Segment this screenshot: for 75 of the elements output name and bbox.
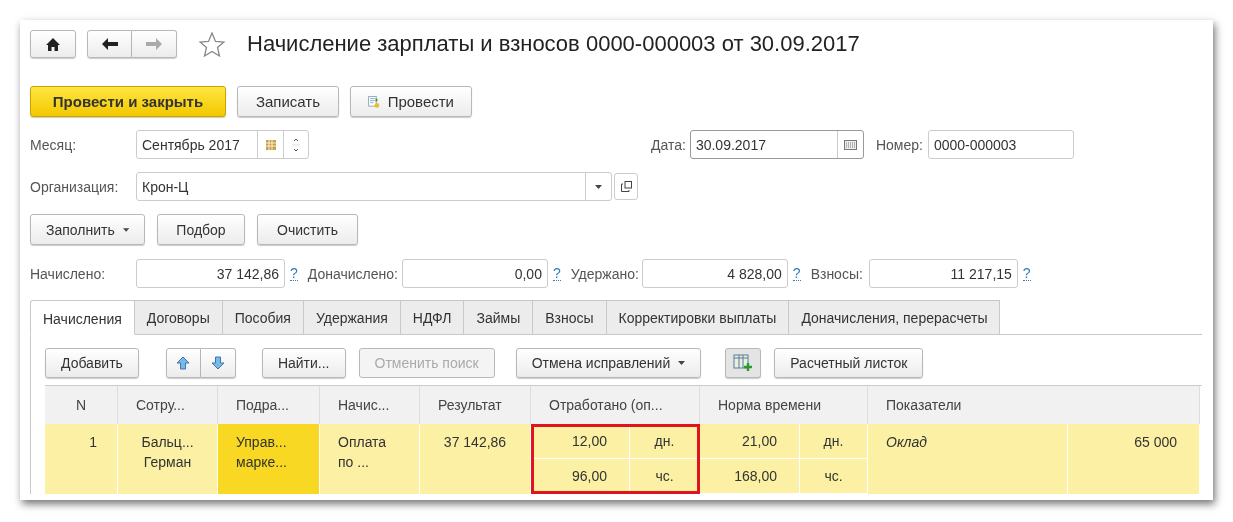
total-field[interactable]: 4 828,00 <box>641 259 788 288</box>
table-cell: 21,00 <box>700 424 800 459</box>
total-label: Взносы: <box>810 265 863 282</box>
column-header[interactable]: Сотру... <box>118 386 218 424</box>
table-cell: 37 142,86 <box>420 424 531 494</box>
column-header[interactable]: Начис... <box>320 386 420 424</box>
open-window-icon <box>620 181 632 192</box>
window-title: Начисление зарплаты и взносов 0000-000003 от 30.09.2017 <box>247 31 860 57</box>
toolbar-button[interactable]: Расчетный листок <box>774 348 924 378</box>
table-cell: 65 000 <box>1068 424 1200 494</box>
date-field[interactable]: 30.09.2017 <box>689 130 864 159</box>
tab[interactable]: Корректировки выплаты <box>606 300 790 335</box>
table-cell: Оплата по ... <box>320 424 420 494</box>
table-cell: Оклад <box>868 424 1068 494</box>
tab[interactable]: Пособия <box>222 300 304 335</box>
toolbar-button[interactable]: Подбор <box>157 214 245 245</box>
total-label: Доначислено: <box>307 265 398 282</box>
home-button[interactable] <box>30 30 76 58</box>
open-button[interactable] <box>614 173 638 200</box>
tab[interactable]: Взносы <box>533 300 607 335</box>
caret-icon <box>122 227 129 232</box>
up-arrow-icon <box>176 356 191 370</box>
table-add-icon <box>733 354 754 372</box>
caret-icon <box>678 361 686 365</box>
total-label: Удержано: <box>570 265 639 282</box>
total-field[interactable]: 11 217,15 <box>868 259 1018 288</box>
table-cell: 12,00 <box>531 424 630 459</box>
number-field[interactable]: 0000-000003 <box>927 130 1074 159</box>
tab[interactable]: НДФЛ <box>400 300 465 335</box>
down-arrow-icon <box>210 356 225 370</box>
home-icon <box>46 37 60 51</box>
table-cell: 1 <box>45 424 118 494</box>
number-label: Номер: <box>875 136 923 153</box>
star-icon[interactable] <box>199 31 225 57</box>
tab[interactable]: Начисления <box>30 300 135 335</box>
total-field[interactable]: 0,00 <box>401 259 548 288</box>
toolbar-button[interactable]: Добавить <box>45 348 139 378</box>
add-column-button[interactable] <box>725 348 762 378</box>
table-cell: Управ... марке... <box>218 424 320 494</box>
column-header[interactable]: Норма времени <box>700 386 868 424</box>
help-link[interactable]: ? <box>1022 266 1031 281</box>
table-cell: 168,00 <box>700 459 800 494</box>
organization-field[interactable]: Крон-Ц <box>136 172 612 201</box>
dropdown-button[interactable]: Отмена исправлений <box>515 348 702 378</box>
back-arrow-icon <box>101 38 118 50</box>
back-button[interactable] <box>87 30 132 58</box>
column-header[interactable]: Результат <box>420 386 531 424</box>
total-field[interactable]: 37 142,86 <box>136 259 285 288</box>
toolbar-button[interactable]: Очистить <box>257 214 358 245</box>
table-cell: 96,00 <box>531 459 630 494</box>
month-label: Месяц: <box>30 136 78 153</box>
move-down-button[interactable] <box>200 348 236 378</box>
date-label: Дата: <box>651 136 686 153</box>
tab[interactable]: Удержания <box>303 300 401 335</box>
help-link[interactable]: ? <box>552 266 561 281</box>
tab[interactable]: Доначисления, перерасчеты <box>789 300 1001 335</box>
help-link[interactable]: ? <box>792 266 801 281</box>
toolbar-button[interactable]: Заполнить <box>30 214 145 245</box>
column-header[interactable]: N <box>45 386 118 424</box>
move-up-button[interactable] <box>165 348 201 378</box>
command-button[interactable]: Записать <box>237 86 339 117</box>
command-button[interactable]: Провести <box>350 86 472 117</box>
organization-label: Организация: <box>30 178 120 195</box>
tab[interactable]: Займы <box>464 300 534 335</box>
column-header[interactable]: Подра... <box>218 386 320 424</box>
forward-arrow-icon <box>146 38 162 50</box>
table-cell: Бальц... Герман <box>118 424 218 494</box>
tab[interactable]: Договоры <box>134 300 223 335</box>
toolbar-button[interactable]: Найти... <box>261 348 346 378</box>
command-button[interactable]: Провести и закрыть <box>30 86 226 117</box>
total-label: Начислено: <box>30 265 107 282</box>
help-link[interactable]: ? <box>290 266 298 281</box>
column-header[interactable]: Показатели <box>868 386 1200 424</box>
month-field[interactable]: Сентябрь 2017 <box>136 130 309 159</box>
column-header[interactable]: Отработано (оп... <box>531 386 700 424</box>
